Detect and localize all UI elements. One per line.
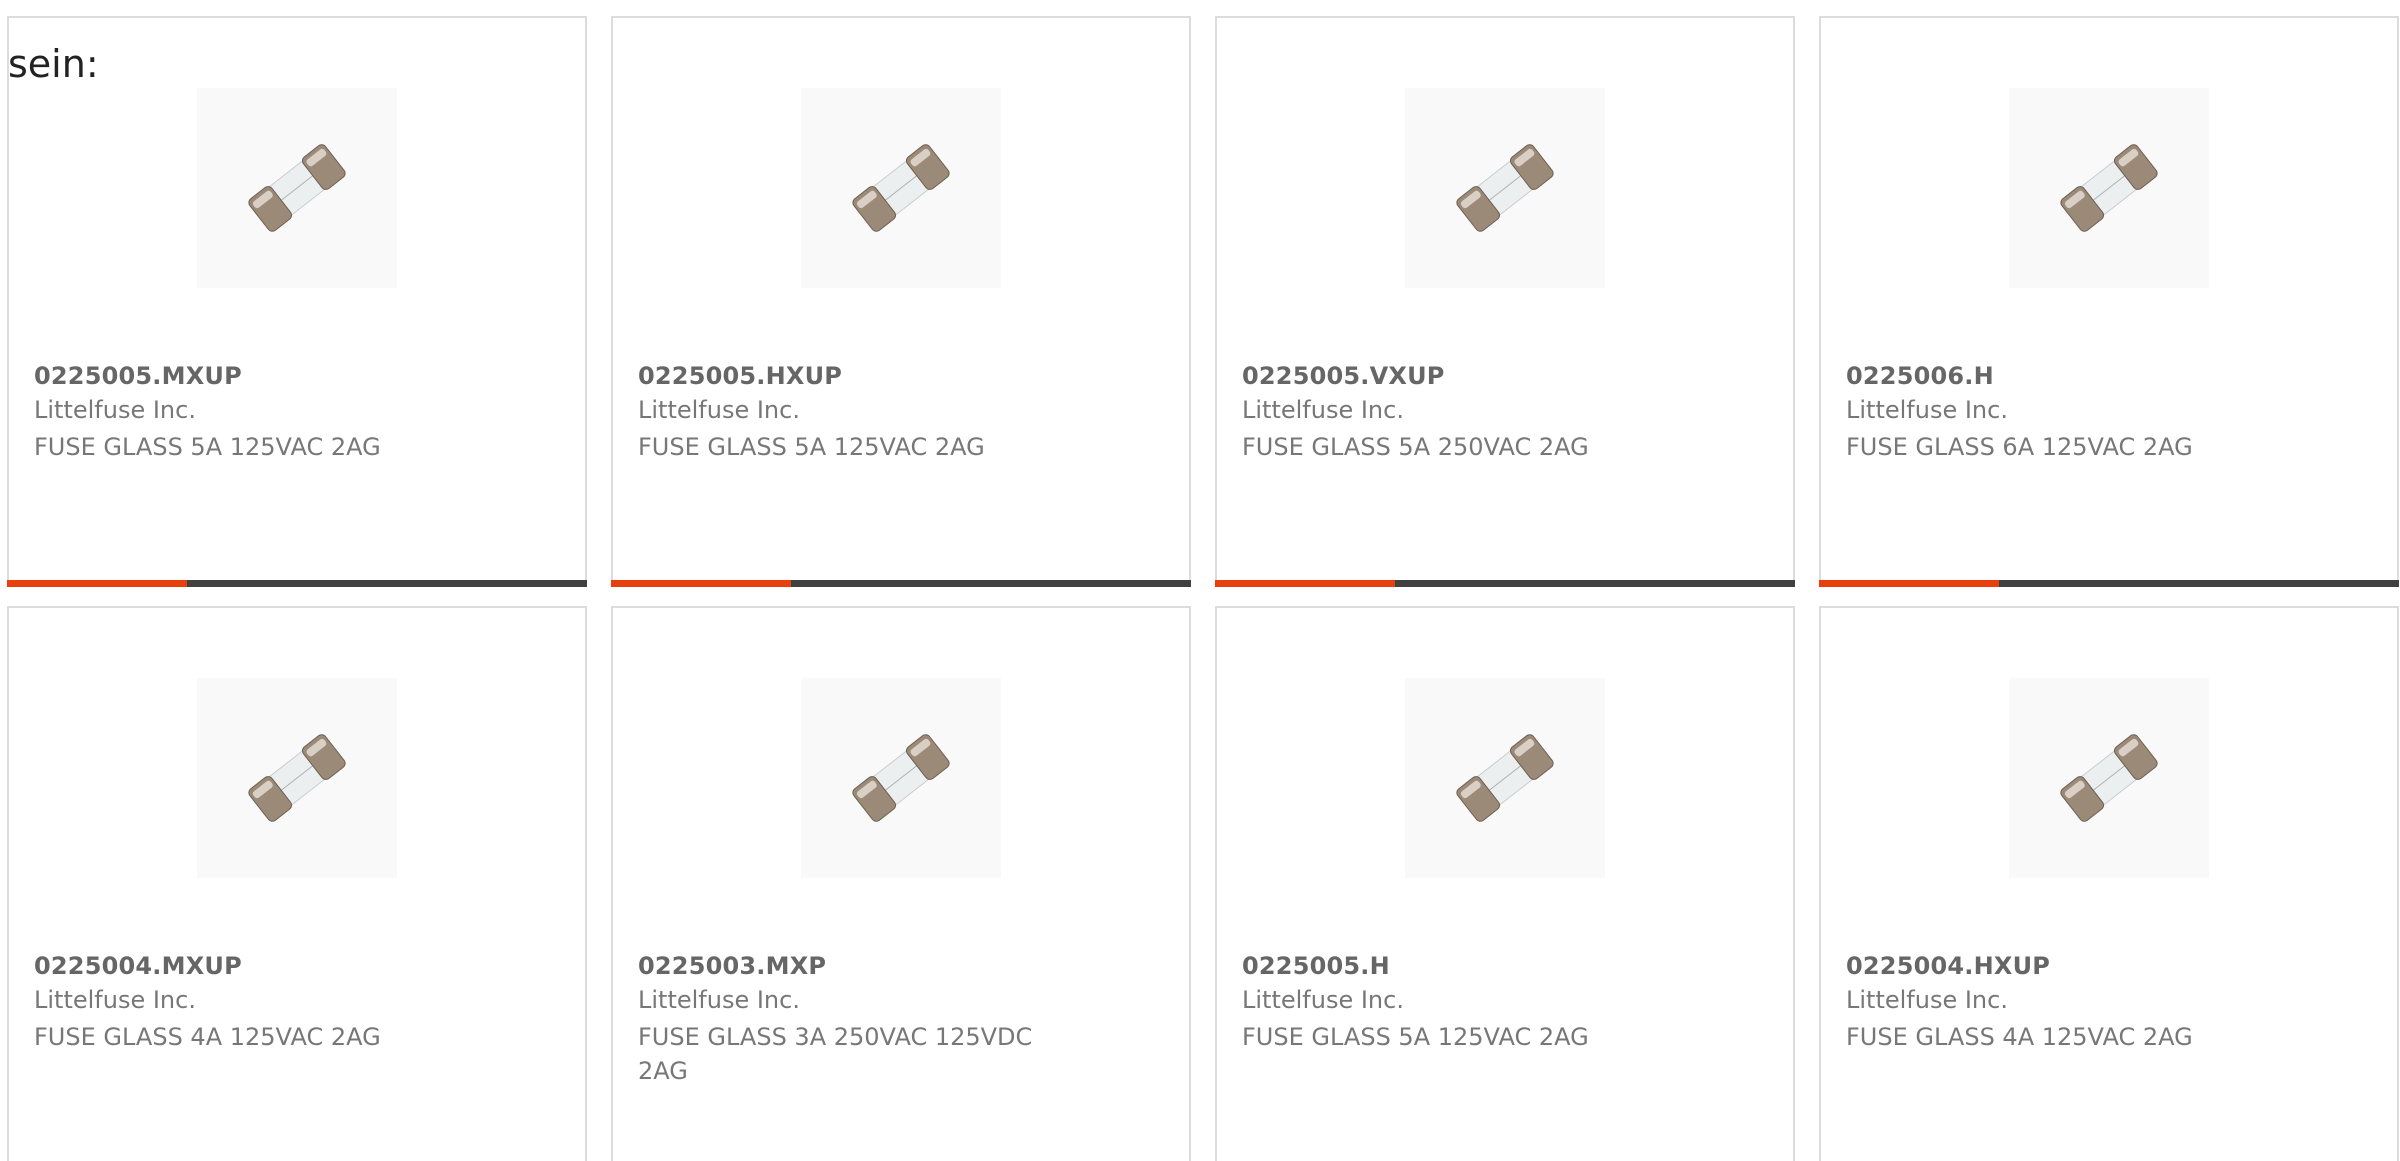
product-description: FUSE GLASS 5A 125VAC 2AG [34, 433, 381, 461]
glass-fuse-icon [801, 678, 1001, 878]
card-progress-fill [1215, 580, 1395, 587]
product-card[interactable]: 0225005.HXUP Littelfuse Inc. FUSE GLASS … [611, 16, 1191, 587]
card-progress-fill [7, 580, 187, 587]
product-description: FUSE GLASS 3A 250VAC 125VDC 2AG [638, 1023, 1033, 1085]
product-part-number[interactable]: 0225005.MXUP [34, 362, 242, 390]
product-card[interactable]: 0225006.H Littelfuse Inc. FUSE GLASS 6A … [1819, 16, 2399, 587]
product-card[interactable]: 0225005.MXUP Littelfuse Inc. FUSE GLASS … [7, 16, 587, 587]
card-progress-fill [1819, 580, 1999, 587]
card-progress-fill [611, 580, 791, 587]
product-part-number[interactable]: 0225003.MXP [638, 952, 826, 980]
product-manufacturer: Littelfuse Inc. [34, 986, 196, 1014]
product-card[interactable]: 0225005.VXUP Littelfuse Inc. FUSE GLASS … [1215, 16, 1795, 587]
product-manufacturer: Littelfuse Inc. [1846, 396, 2008, 424]
product-description: FUSE GLASS 5A 250VAC 2AG [1242, 433, 1589, 461]
product-card[interactable]: 0225003.MXP Littelfuse Inc. FUSE GLASS 3… [611, 606, 1191, 1161]
glass-fuse-icon [2009, 678, 2209, 878]
glass-fuse-icon [801, 88, 1001, 288]
product-manufacturer: Littelfuse Inc. [1242, 396, 1404, 424]
glass-fuse-icon [1405, 678, 1605, 878]
product-card[interactable]: 0225004.HXUP Littelfuse Inc. FUSE GLASS … [1819, 606, 2399, 1161]
product-manufacturer: Littelfuse Inc. [638, 986, 800, 1014]
card-progress-bar [1215, 580, 1795, 587]
glass-fuse-icon [1405, 88, 1605, 288]
product-manufacturer: Littelfuse Inc. [1846, 986, 2008, 1014]
product-part-number[interactable]: 0225004.MXUP [34, 952, 242, 980]
glass-fuse-icon [197, 678, 397, 878]
card-progress-bar [7, 580, 587, 587]
card-progress-bar [1819, 580, 2399, 587]
product-description: FUSE GLASS 4A 125VAC 2AG [34, 1023, 381, 1051]
product-description: FUSE GLASS 5A 125VAC 2AG [638, 433, 985, 461]
product-card[interactable]: 0225004.MXUP Littelfuse Inc. FUSE GLASS … [7, 606, 587, 1161]
product-description: FUSE GLASS 5A 125VAC 2AG [1242, 1023, 1589, 1051]
product-manufacturer: Littelfuse Inc. [1242, 986, 1404, 1014]
product-card[interactable]: 0225005.H Littelfuse Inc. FUSE GLASS 5A … [1215, 606, 1795, 1161]
card-progress-bar [611, 580, 1191, 587]
product-part-number[interactable]: 0225006.H [1846, 362, 1994, 390]
product-grid-page: sein: 0225005.MXUP Littelfuse Inc. FUSE … [0, 0, 2400, 1161]
product-description: FUSE GLASS 6A 125VAC 2AG [1846, 433, 2193, 461]
product-part-number[interactable]: 0225005.H [1242, 952, 1390, 980]
product-part-number[interactable]: 0225004.HXUP [1846, 952, 2050, 980]
glass-fuse-icon [2009, 88, 2209, 288]
product-manufacturer: Littelfuse Inc. [638, 396, 800, 424]
product-manufacturer: Littelfuse Inc. [34, 396, 196, 424]
glass-fuse-icon [197, 88, 397, 288]
product-description: FUSE GLASS 4A 125VAC 2AG [1846, 1023, 2193, 1051]
product-part-number[interactable]: 0225005.HXUP [638, 362, 842, 390]
product-part-number[interactable]: 0225005.VXUP [1242, 362, 1445, 390]
lead-text: sein: [8, 42, 99, 86]
